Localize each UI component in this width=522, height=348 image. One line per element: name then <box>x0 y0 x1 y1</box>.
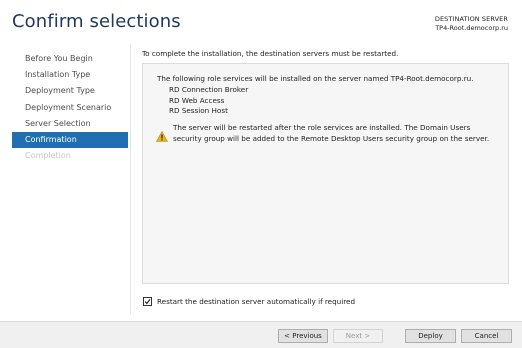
restart-warning-text: The server will be restarted after the r… <box>173 123 490 143</box>
roles-intro-text: The following role services will be inst… <box>157 74 474 83</box>
restart-checkbox-label[interactable]: Restart the destination server automatic… <box>157 297 355 306</box>
nav-item-deployment-scenario[interactable]: Deployment Scenario <box>12 100 128 116</box>
previous-button[interactable]: < Previous <box>278 329 328 343</box>
restart-checkbox[interactable] <box>143 297 152 306</box>
next-button: Next > <box>333 329 383 343</box>
restart-option[interactable]: Restart the destination server automatic… <box>143 297 355 306</box>
role-service-item: RD Web Access <box>169 95 225 105</box>
destination-server: DESTINATION SERVER TP4-Root.democorp.ru <box>435 15 508 33</box>
nav-item-deployment-type[interactable]: Deployment Type <box>12 83 128 99</box>
nav-item-before-you-begin[interactable]: Before You Begin <box>12 51 128 67</box>
destination-server-label: DESTINATION SERVER <box>434 15 508 23</box>
cancel-button[interactable]: Cancel <box>461 329 512 343</box>
nav-item-server-selection[interactable]: Server Selection <box>12 116 128 132</box>
wizard-nav: Before You Begin Installation Type Deplo… <box>12 51 128 164</box>
warning-icon <box>155 127 169 142</box>
destination-server-value: TP4-Root.democorp.ru <box>435 24 508 32</box>
role-services-list: RD Connection Broker RD Web Access RD Se… <box>169 85 248 117</box>
role-service-item: RD Session Host <box>169 106 228 115</box>
nav-item-installation-type[interactable]: Installation Type <box>12 67 128 83</box>
checkmark-icon <box>144 299 151 305</box>
nav-item-confirmation[interactable]: Confirmation <box>12 131 128 149</box>
intro-text: To complete the installation, the destin… <box>142 49 399 58</box>
deploy-button[interactable]: Deploy <box>405 329 456 343</box>
page-title: Confirm selections <box>12 11 181 32</box>
nav-divider <box>130 44 131 314</box>
confirmation-details-box: The following role services will be inst… <box>142 63 509 284</box>
nav-item-completion: Completion <box>25 151 71 161</box>
role-service-item: RD Connection Broker <box>169 85 249 94</box>
